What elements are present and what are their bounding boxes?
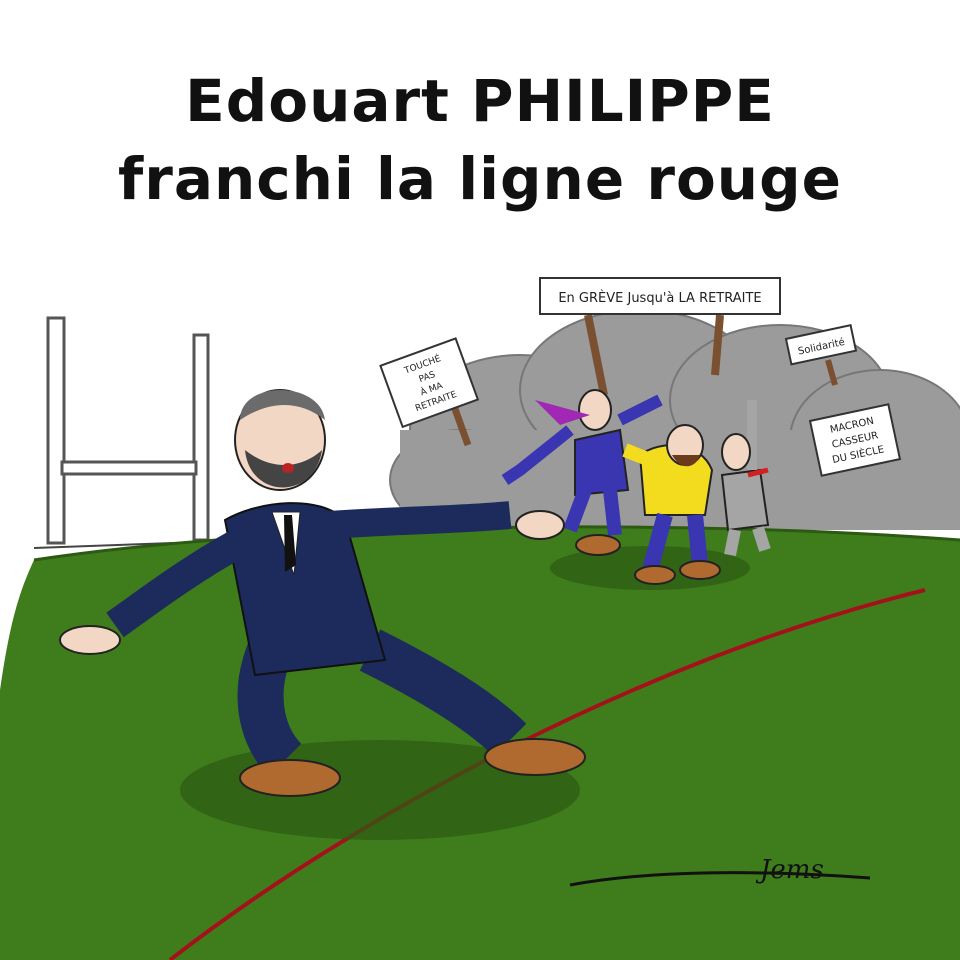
title-line-2: franchi la ligne rouge <box>118 145 842 213</box>
banner-text: En GRÈVE Jusqu'à LA RETRAITE <box>558 290 761 306</box>
cartoon-title: Edouart PHILIPPE franchi la ligne rouge <box>0 62 960 218</box>
title-line-1: Edouart PHILIPPE <box>185 67 775 135</box>
rugby-goalpost-icon <box>46 316 210 545</box>
signature-text: Jems <box>755 855 824 885</box>
